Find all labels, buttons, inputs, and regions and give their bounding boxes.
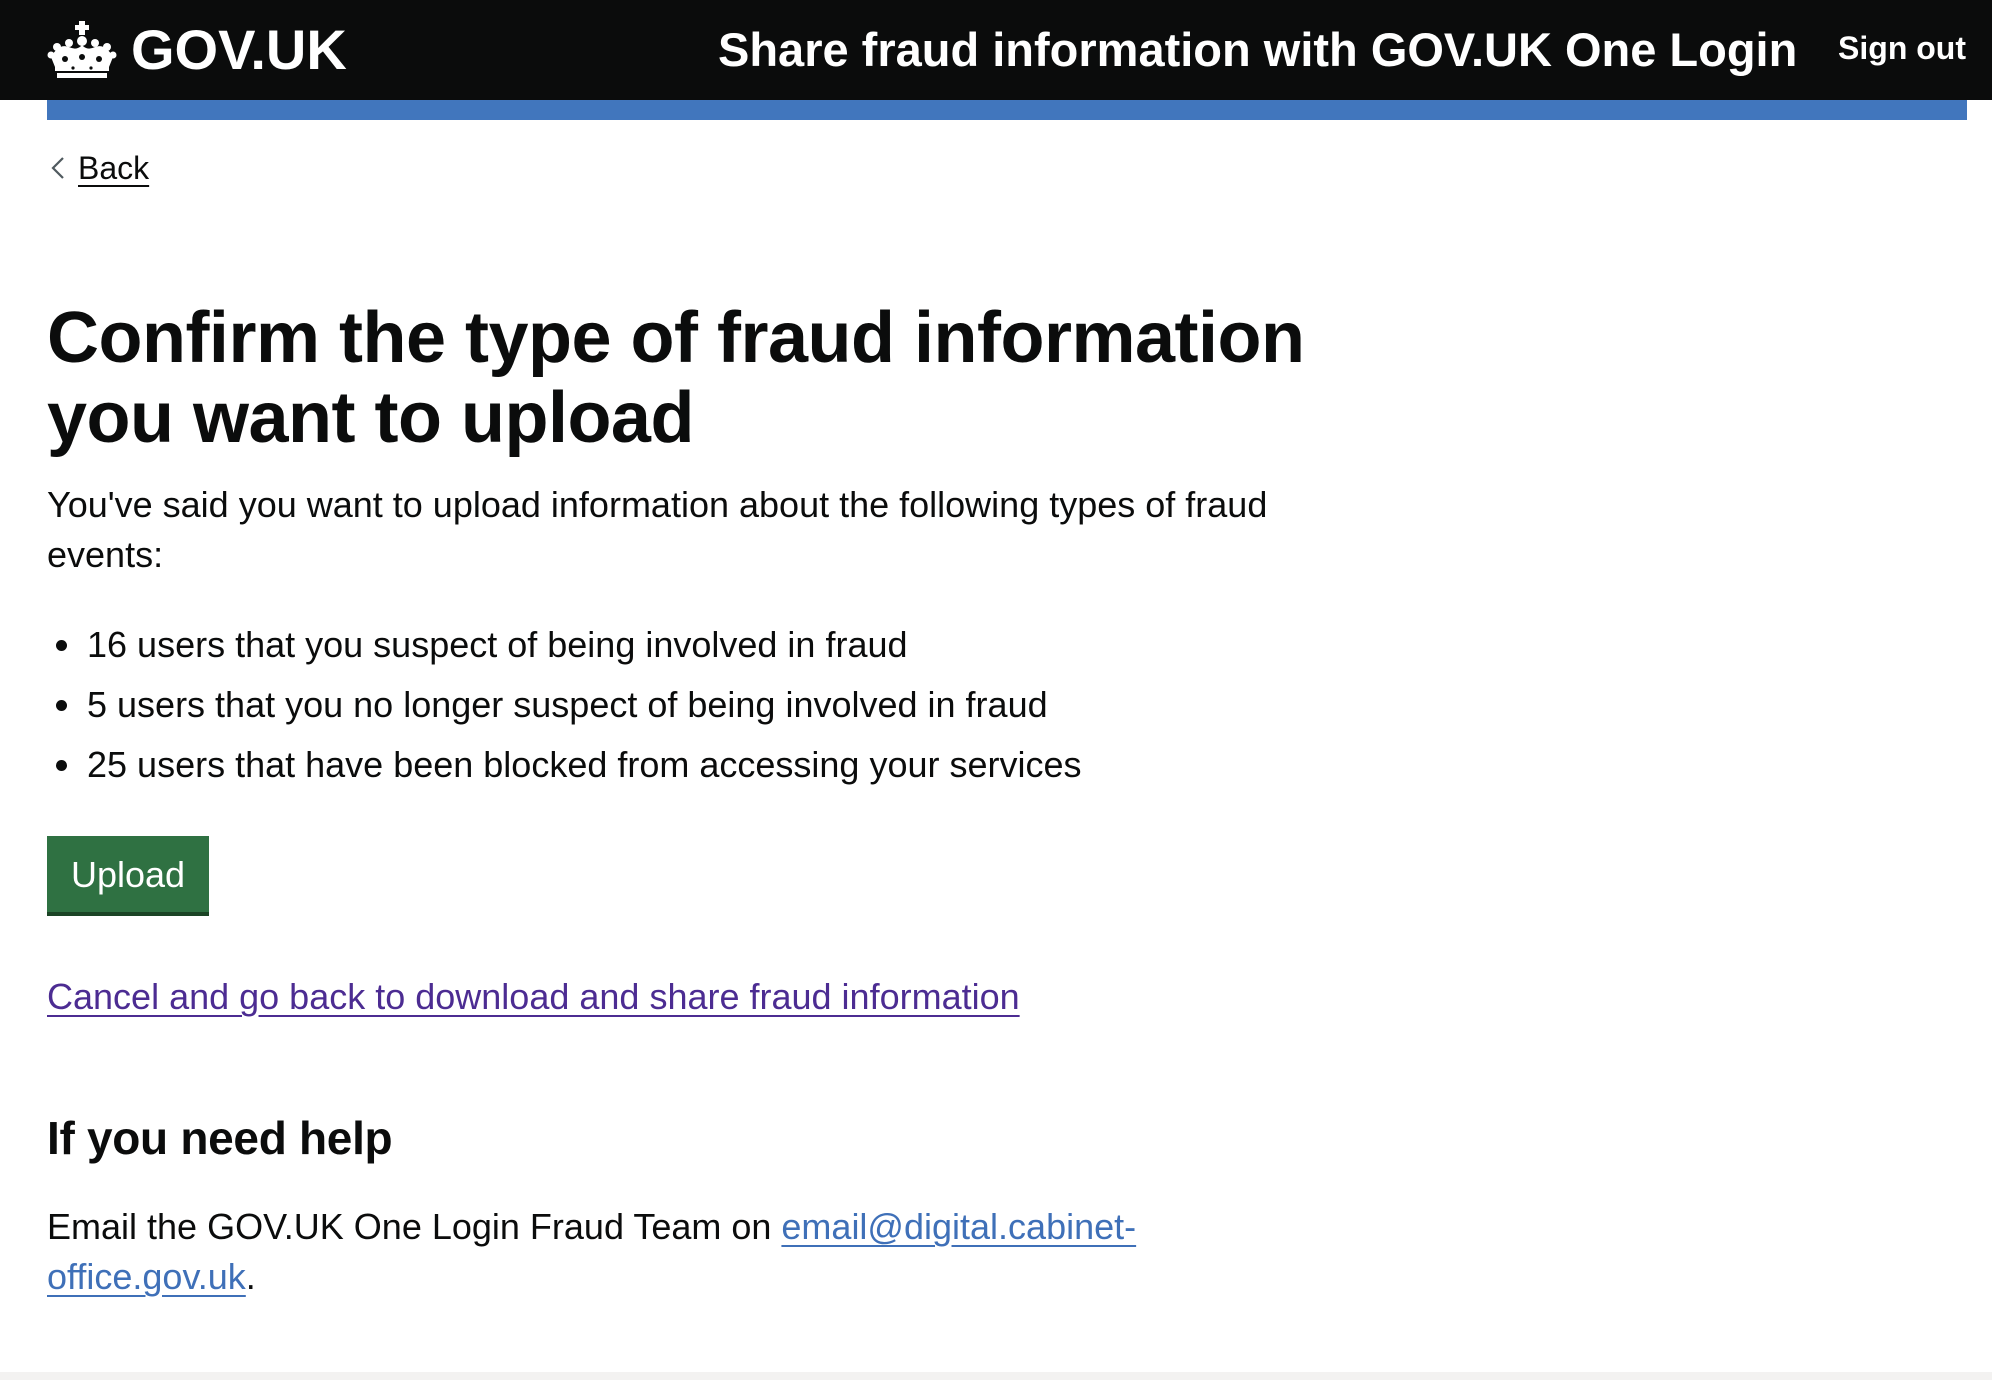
help-heading: If you need help xyxy=(47,1112,393,1164)
list-item: 5 users that you no longer suspect of be… xyxy=(47,680,1367,730)
sign-out-link[interactable]: Sign out xyxy=(1838,28,1966,68)
back-link-label: Back xyxy=(78,150,150,186)
service-name-link[interactable]: Share fraud information with GOV.UK One … xyxy=(718,22,1797,78)
main-content: Confirm the type of fraud information yo… xyxy=(47,298,1367,1302)
help-text-prefix: Email the GOV.UK One Login Fraud Team on xyxy=(47,1206,782,1247)
footer-edge xyxy=(0,1372,1992,1380)
logo-text: GOV.UK xyxy=(131,18,347,81)
crown-icon xyxy=(47,21,117,78)
bullet-icon xyxy=(56,760,67,771)
chevron-left-icon xyxy=(51,157,64,179)
upload-button[interactable]: Upload xyxy=(47,836,210,912)
list-item-text: 5 users that you no longer suspect of be… xyxy=(87,684,1048,725)
header-accent-bar xyxy=(47,100,1967,120)
help-text-suffix: . xyxy=(245,1256,256,1297)
intro-text: You've said you want to upload informati… xyxy=(47,484,1268,575)
site-header: GOV.UK Share fraud information with GOV.… xyxy=(0,0,1992,100)
cancel-link[interactable]: Cancel and go back to download and share… xyxy=(47,972,1367,1022)
list-item-text: 16 users that you suspect of being invol… xyxy=(87,624,908,665)
fraud-types-list: 16 users that you suspect of being invol… xyxy=(47,620,1367,790)
bullet-icon xyxy=(56,640,67,651)
page-title: Confirm the type of fraud information yo… xyxy=(47,298,1305,458)
list-item-text: 25 users that have been blocked from acc… xyxy=(87,744,1082,785)
list-item: 16 users that you suspect of being invol… xyxy=(47,620,1367,670)
govuk-logo-link[interactable]: GOV.UK xyxy=(47,18,347,82)
bullet-icon xyxy=(56,700,67,711)
help-text: Email the GOV.UK One Login Fraud Team on… xyxy=(47,1202,1147,1302)
back-link[interactable]: Back xyxy=(47,148,149,188)
list-item: 25 users that have been blocked from acc… xyxy=(47,740,1367,790)
